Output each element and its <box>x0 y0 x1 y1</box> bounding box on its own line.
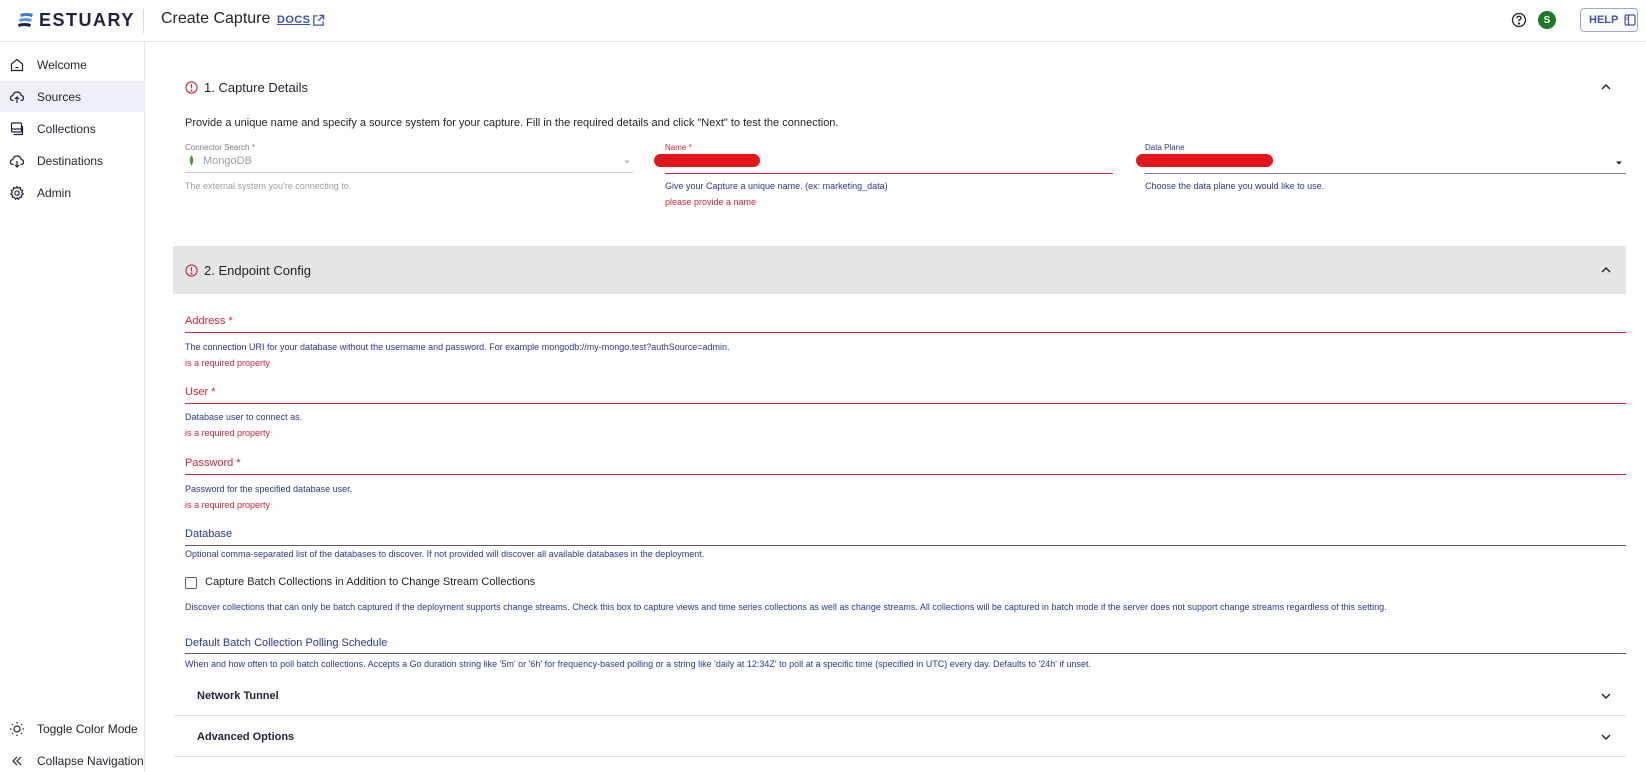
double-chevron-left-icon <box>12 756 22 765</box>
error-icon <box>185 80 198 94</box>
data-plane-underline <box>1145 173 1626 174</box>
help-question-icon[interactable] <box>1511 12 1527 28</box>
help-button[interactable]: HELP <box>1580 8 1638 32</box>
mongodb-leaf-icon <box>189 155 194 166</box>
batch-collections-checkbox[interactable] <box>185 577 197 589</box>
polling-schedule-underline <box>185 653 1626 654</box>
main-content: 1. Capture Details Provide a unique name… <box>145 42 1646 772</box>
avatar[interactable]: S <box>1538 11 1556 29</box>
sidebar-item-welcome[interactable]: Welcome <box>0 49 145 80</box>
batch-collections-helper: Discover collections that can only be ba… <box>185 602 1387 612</box>
home-icon <box>10 58 24 71</box>
sidebar-item-label: Admin <box>37 185 72 200</box>
connector-search-underline <box>185 172 633 173</box>
address-input[interactable] <box>185 312 1626 332</box>
capture-details-title: 1. Capture Details <box>204 79 309 95</box>
sidebar-item-collections[interactable]: Collections <box>0 113 145 144</box>
user-underline <box>185 403 1626 404</box>
address-error: is a required property <box>185 358 271 368</box>
advanced-options-accordion[interactable]: Advanced Options <box>174 717 1626 757</box>
sidebar: Welcome Sources Collections Destinations… <box>0 42 145 772</box>
toggle-color-mode-label: Toggle Color Mode <box>37 721 138 736</box>
redacted-data-plane-value <box>1136 154 1273 167</box>
password-helper: Password for the specified database user… <box>185 484 353 494</box>
collapse-navigation[interactable]: Collapse Navigation <box>0 745 145 772</box>
name-helper: Give your Capture a unique name. (ex: ma… <box>665 181 888 191</box>
sidebar-item-label: Destinations <box>37 153 104 168</box>
sidebar-item-label: Welcome <box>37 57 87 72</box>
network-tunnel-title: Network Tunnel <box>197 689 279 702</box>
redacted-name-value <box>654 154 760 167</box>
polling-schedule-helper: When and how often to poll batch collect… <box>185 659 1092 669</box>
connector-search-value: MongoDB <box>203 155 252 167</box>
logo-text: ESTUARY <box>39 10 135 30</box>
sidebar-item-destinations[interactable]: Destinations <box>0 145 145 176</box>
toggle-color-mode[interactable]: Toggle Color Mode <box>0 713 145 744</box>
sidebar-item-sources[interactable]: Sources <box>0 81 145 112</box>
user-error: is a required property <box>185 428 271 438</box>
header-divider <box>143 9 144 33</box>
chevron-down-icon <box>1601 693 1611 699</box>
data-plane-helper: Choose the data plane you would like to … <box>1145 181 1325 191</box>
sun-icon <box>10 721 24 736</box>
external-link-icon[interactable] <box>312 14 325 27</box>
connector-search-input[interactable]: MongoDB <box>185 152 633 170</box>
password-underline <box>185 474 1626 475</box>
help-button-label: HELP <box>1589 14 1619 26</box>
name-error: please provide a name <box>665 197 757 207</box>
cloud-upload-icon <box>9 90 25 103</box>
password-error: is a required property <box>185 500 271 510</box>
advanced-options-title: Advanced Options <box>197 730 295 743</box>
capture-details-intro: Provide a unique name and specify a sour… <box>185 117 839 129</box>
connector-search-helper: The external system you're connecting to… <box>185 181 352 191</box>
chevron-up-icon[interactable] <box>1600 264 1612 276</box>
sidebar-item-label: Sources <box>37 89 82 104</box>
collections-icon <box>10 121 24 135</box>
side-panel-icon <box>1624 14 1636 26</box>
connector-search-label: Connector Search * <box>185 143 255 152</box>
docs-link[interactable]: DOCS <box>277 14 310 26</box>
estuary-logo[interactable]: ESTUARY <box>18 10 135 31</box>
capture-details-header[interactable]: 1. Capture Details <box>173 63 1626 111</box>
sidebar-item-admin[interactable]: Admin <box>0 177 145 208</box>
database-input[interactable] <box>185 525 1626 545</box>
password-input[interactable] <box>185 454 1626 474</box>
estuary-logo-icon <box>18 12 33 27</box>
endpoint-config-title: 2. Endpoint Config <box>204 262 311 278</box>
network-tunnel-accordion[interactable]: Network Tunnel <box>174 676 1626 716</box>
name-label: Name * <box>665 143 692 152</box>
database-helper: Optional comma-separated list of the dat… <box>185 549 705 559</box>
dropdown-arrow-icon <box>1616 161 1622 165</box>
cloud-download-icon <box>9 154 25 168</box>
batch-collections-label[interactable]: Capture Batch Collections in Addition to… <box>205 576 535 588</box>
dropdown-arrow-icon <box>624 160 630 164</box>
collapse-navigation-label: Collapse Navigation <box>37 753 144 768</box>
name-underline <box>665 173 1113 174</box>
chevron-down-icon <box>1601 734 1611 740</box>
endpoint-config-header[interactable]: 2. Endpoint Config <box>173 246 1626 294</box>
data-plane-label: Data Plane <box>1145 143 1185 152</box>
user-helper: Database user to connect as. <box>185 412 303 422</box>
user-input[interactable] <box>185 383 1626 403</box>
polling-schedule-input[interactable] <box>185 634 1626 654</box>
error-icon <box>185 263 198 277</box>
database-underline <box>185 545 1626 546</box>
sidebar-item-label: Collections <box>37 121 96 136</box>
chevron-up-icon[interactable] <box>1600 81 1612 93</box>
page-title: Create Capture <box>161 10 271 27</box>
address-underline <box>185 332 1626 333</box>
address-helper: The connection URI for your database wit… <box>185 342 730 352</box>
top-bar: ESTUARY Create Capture DOCS S HELP <box>0 0 1646 42</box>
gear-icon <box>9 184 25 200</box>
